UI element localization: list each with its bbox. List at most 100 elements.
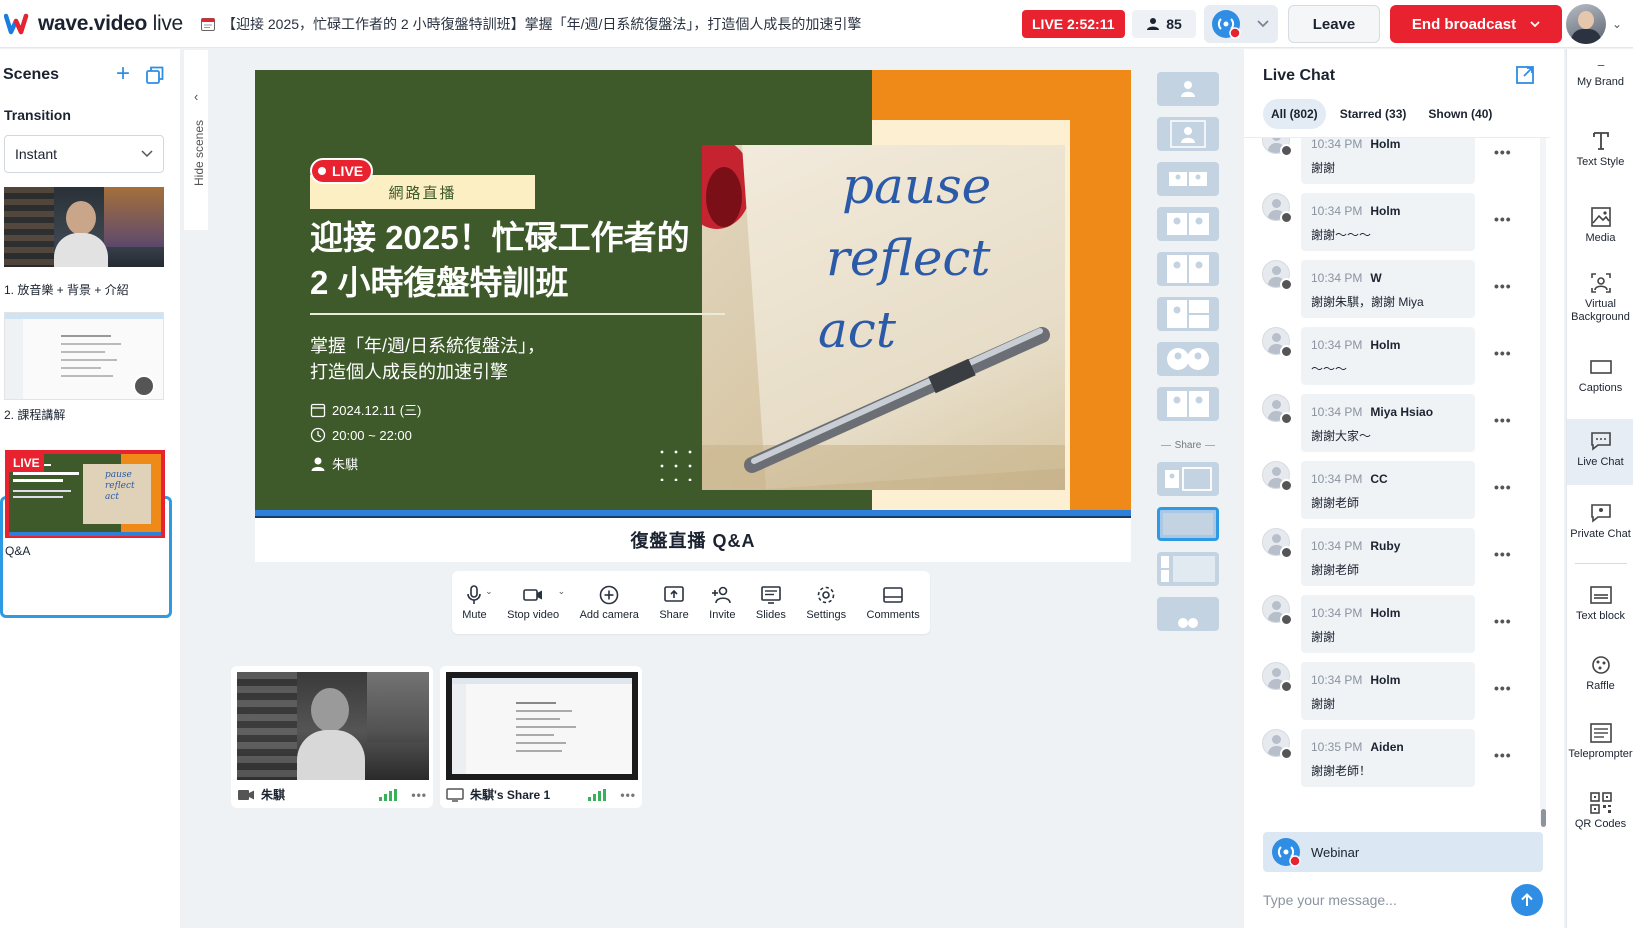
duplicate-scene-icon[interactable]	[146, 66, 164, 84]
rail-text-block[interactable]: Text block	[1567, 583, 1633, 623]
chat-scrollbar-thumb[interactable]	[1541, 809, 1546, 827]
layout-two-button[interactable]	[1157, 207, 1219, 241]
chevron-left-icon[interactable]: ‹	[194, 89, 198, 104]
chat-message[interactable]: 10:35 PM Aiden 謝謝老師！ •••	[1262, 729, 1550, 787]
layout-share-side-button[interactable]	[1157, 462, 1219, 496]
more-options-icon[interactable]: •••	[1494, 211, 1512, 227]
avatar-chevron-icon[interactable]: ⌄	[1612, 17, 1622, 31]
chat-message[interactable]: 10:34 PM Holm 謝謝 •••	[1262, 662, 1550, 720]
webinar-destination[interactable]: Webinar	[1263, 832, 1543, 872]
tab-starred[interactable]: Starred (33)	[1332, 99, 1415, 129]
viewer-count[interactable]: 85	[1132, 10, 1196, 38]
user-avatar[interactable]	[1566, 4, 1606, 44]
participant-name: 朱騏	[261, 788, 286, 802]
scene-item-qa[interactable]: pause reflect act LIVE Q&A	[5, 450, 165, 558]
control-bar: ⌄ Mute ⌄ Stop video Add camera Share Inv…	[452, 571, 930, 634]
rail-live-chat[interactable]: Live Chat	[1567, 419, 1633, 485]
chat-message[interactable]: 10:34 PM W 謝謝朱騏，謝謝 Miya •••	[1262, 260, 1550, 318]
layout-three-icon	[1167, 300, 1209, 328]
more-options-icon[interactable]: •••	[1494, 680, 1512, 696]
share-layouts-divider: Share	[1157, 432, 1219, 458]
invite-button[interactable]: Invite	[709, 584, 735, 621]
chat-message[interactable]: 10:34 PM Holm 謝謝 •••	[1262, 138, 1550, 184]
scene-item-intro[interactable]: 1. 放音樂 + 背景 + 介紹	[4, 187, 164, 298]
rail-media[interactable]: Media	[1567, 205, 1633, 245]
layout-solo-large-icon	[1170, 120, 1206, 148]
broadcast-icon	[1212, 10, 1241, 39]
participant-video	[237, 672, 429, 780]
mute-button[interactable]: ⌄ Mute	[462, 584, 493, 621]
layout-circles-icon	[1167, 348, 1209, 370]
chat-message[interactable]: 10:34 PM CC 謝謝老師 •••	[1262, 461, 1550, 519]
rail-teleprompter[interactable]: Teleprompter	[1567, 721, 1633, 761]
chat-message-list[interactable]: 10:34 PM Holm 謝謝 ••• 10:34 PM Holm 謝謝～～～ •••…	[1244, 137, 1550, 825]
layout-circles-button[interactable]	[1157, 342, 1219, 376]
more-options-icon[interactable]: •••	[1494, 345, 1512, 361]
more-options-icon[interactable]: •••	[1494, 747, 1512, 763]
add-scene-icon[interactable]: +	[116, 62, 130, 86]
settings-button[interactable]: Settings	[806, 584, 846, 621]
end-broadcast-button[interactable]: End broadcast	[1390, 5, 1562, 43]
rail-text-style[interactable]: Text Style	[1567, 129, 1633, 169]
tools-rail: My Brand Text Style Media Virtual Backgr…	[1566, 49, 1633, 928]
more-options-icon[interactable]: •••	[1494, 479, 1512, 495]
invite-person-icon	[712, 586, 732, 604]
private-chat-icon	[1590, 504, 1611, 523]
calendar-icon	[201, 17, 215, 31]
layout-two-skew-button[interactable]	[1157, 387, 1219, 421]
rail-my-brand[interactable]: My Brand	[1567, 63, 1633, 89]
more-options-icon[interactable]: •••	[1494, 144, 1512, 160]
text-block-icon	[1589, 586, 1612, 604]
broadcast-destinations-button[interactable]	[1204, 5, 1278, 43]
logo-text-light: live	[147, 11, 184, 35]
slides-button[interactable]: Slides	[756, 584, 786, 621]
more-options-icon[interactable]: •••	[1494, 613, 1512, 629]
comments-button[interactable]: Comments	[867, 584, 920, 621]
rail-qr-codes[interactable]: QR Codes	[1567, 791, 1633, 831]
stop-video-button[interactable]: ⌄ Stop video	[507, 584, 565, 621]
more-options-icon[interactable]: •••	[411, 788, 427, 802]
participant-tile[interactable]: 朱騏's Share 1 •••	[440, 666, 642, 808]
chat-message[interactable]: 10:34 PM Holm 謝謝～～～ •••	[1262, 193, 1550, 251]
chat-tabs: All (802) Starred (33) Shown (40)	[1263, 99, 1500, 129]
chat-message-input[interactable]	[1263, 885, 1503, 915]
layout-share-pip-button[interactable]	[1157, 552, 1219, 586]
more-options-icon[interactable]: •••	[1494, 412, 1512, 428]
popout-icon[interactable]	[1515, 65, 1535, 85]
more-options-icon[interactable]: •••	[620, 788, 636, 802]
hide-scenes-label[interactable]: Hide scenes	[192, 120, 206, 186]
layout-share-bottom-button[interactable]	[1157, 597, 1219, 631]
scenes-panel: Scenes + Transition Instant 1. 放音樂 + 背景 …	[0, 49, 180, 928]
tab-shown[interactable]: Shown (40)	[1420, 99, 1500, 129]
leave-button[interactable]: Leave	[1288, 5, 1380, 43]
send-button[interactable]	[1511, 884, 1543, 916]
rail-raffle[interactable]: Raffle	[1567, 653, 1633, 693]
more-options-icon[interactable]: •••	[1494, 278, 1512, 294]
layout-share-full-button[interactable]	[1157, 507, 1219, 541]
chat-message[interactable]: 10:34 PM Ruby 謝謝老師 •••	[1262, 528, 1550, 586]
chevron-down-icon[interactable]	[1248, 20, 1278, 28]
participant-tile[interactable]: 朱騏 •••	[231, 666, 433, 808]
share-button[interactable]: Share	[659, 584, 689, 621]
tab-all[interactable]: All (802)	[1263, 99, 1326, 129]
layout-three-button[interactable]	[1157, 297, 1219, 331]
chevron-down-icon[interactable]: ⌄	[558, 586, 566, 597]
signal-strength-icon	[379, 788, 398, 801]
chat-message[interactable]: 10:34 PM Miya Hsiao 謝謝大家～ •••	[1262, 394, 1550, 452]
layout-two-small-button[interactable]	[1157, 162, 1219, 196]
chat-message[interactable]: 10:34 PM Holm ～～～ •••	[1262, 327, 1550, 385]
more-options-icon[interactable]: •••	[1494, 546, 1512, 562]
rail-virtual-background[interactable]: Virtual Background	[1567, 271, 1633, 324]
add-camera-button[interactable]: Add camera	[580, 584, 639, 621]
broadcast-stage: pause reflect act 網路直播 LIVE 迎接 2025！忙碌工作…	[255, 70, 1131, 562]
layout-two-tall-button[interactable]	[1157, 252, 1219, 286]
chat-scrollbar[interactable]	[1540, 138, 1546, 824]
rail-captions[interactable]: Captions	[1567, 355, 1633, 395]
chevron-down-icon[interactable]: ⌄	[485, 586, 493, 597]
chat-message[interactable]: 10:34 PM Holm 謝謝 •••	[1262, 595, 1550, 653]
layout-solo-large-button[interactable]	[1157, 117, 1219, 151]
transition-select[interactable]: Instant	[4, 135, 164, 173]
layout-solo-button[interactable]	[1157, 72, 1219, 106]
scene-item-lecture[interactable]: 2. 課程講解	[4, 312, 164, 423]
rail-private-chat[interactable]: Private Chat	[1567, 501, 1633, 541]
